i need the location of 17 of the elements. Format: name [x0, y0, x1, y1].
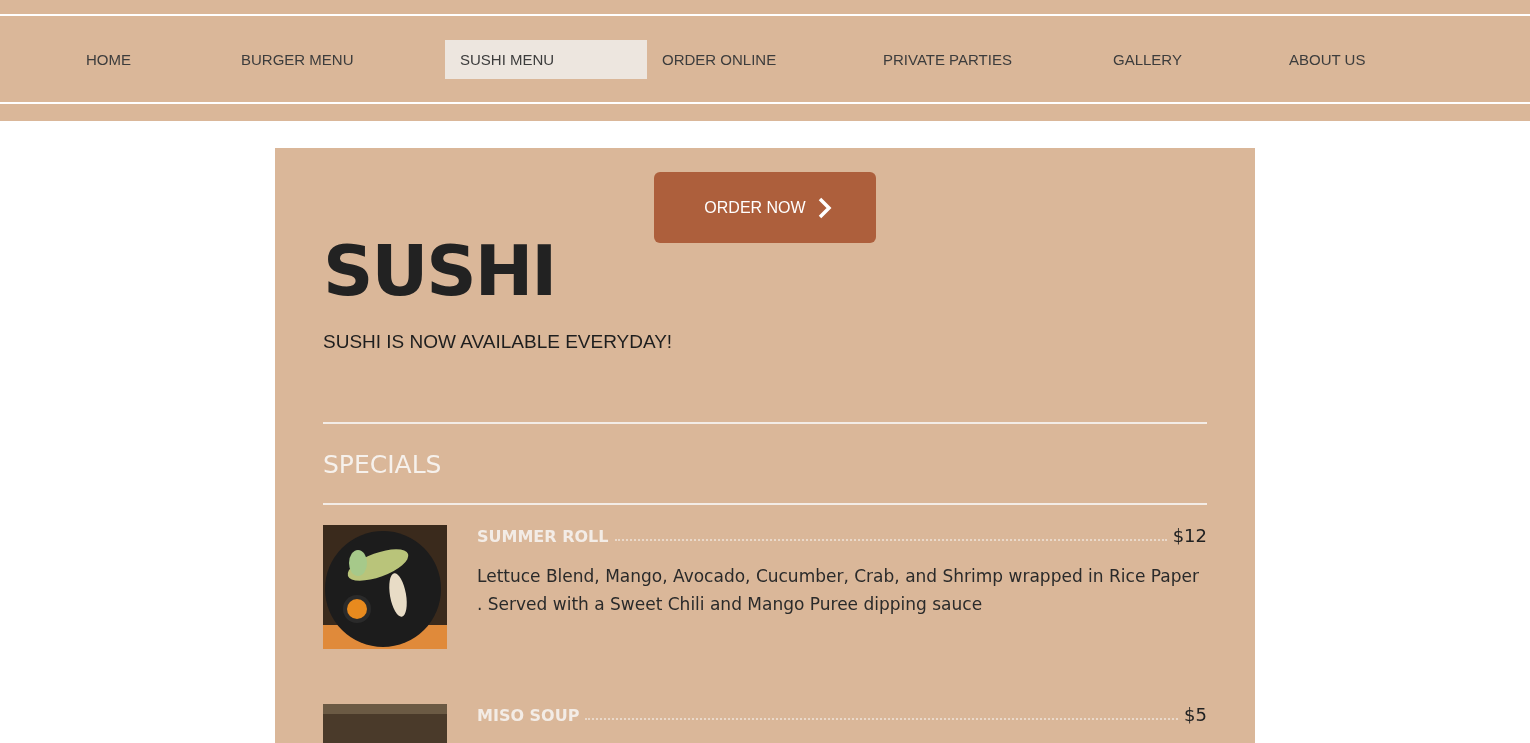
dish-price: $5: [1184, 704, 1207, 725]
subtitle: SUSHI IS NOW AVAILABLE EVERYDAY!: [323, 331, 674, 353]
dish-price: $12: [1172, 525, 1207, 546]
order-now-button[interactable]: ORDER NOW: [654, 172, 876, 243]
dish-name: SUMMER ROLL: [477, 527, 609, 546]
nav-link[interactable]: PRIVATE PARTIES: [868, 39, 1098, 79]
nav-link[interactable]: ABOUT US: [1274, 39, 1424, 79]
section-heading: SPECIALS: [323, 449, 443, 481]
nav-link[interactable]: ORDER ONLINE: [647, 39, 868, 79]
dish-name: MISO SOUP: [477, 706, 580, 725]
dish-description: Lettuce Blend, Mango, Avocado, Cucumber, Crab, and Shrimp wrapped in Rice Paper . Served with a Sweet Chili and Mango Puree dipping sauce: [477, 565, 1200, 616]
nav-link[interactable]: HOME: [71, 39, 226, 79]
chevron-icon: [817, 196, 832, 219]
nav-link[interactable]: GALLERY: [1098, 39, 1274, 79]
page-title: SUSHI: [323, 229, 557, 314]
nav-link[interactable]: SUSHI MENU: [445, 39, 647, 79]
nav-link[interactable]: BURGER MENU: [226, 39, 445, 79]
